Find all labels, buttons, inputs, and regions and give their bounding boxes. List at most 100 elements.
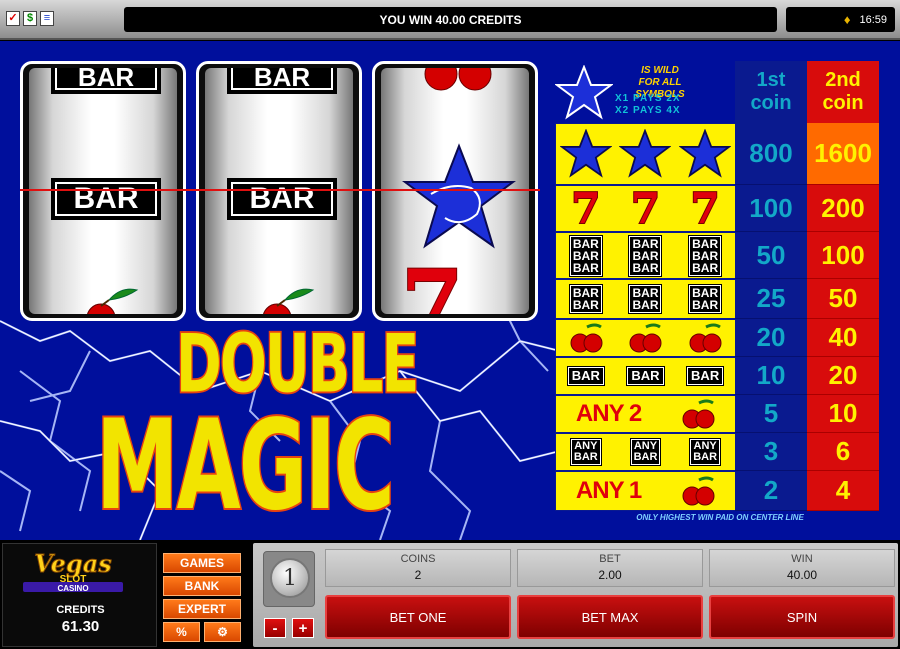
bar-label: BAR (691, 368, 720, 383)
bet-max-button[interactable]: BET MAX (517, 595, 703, 639)
pay-row-symbols (555, 319, 735, 357)
games-button[interactable]: GAMES (163, 553, 241, 573)
pay-row-any-1: ANY 1 2 4 (555, 471, 879, 511)
center-payline (20, 189, 540, 191)
payout-2nd: 50 (807, 279, 879, 319)
bar-icon: BAR (686, 366, 725, 386)
pay-footnote: ONLY HIGHEST WIN PAID ON CENTER LINE (636, 513, 804, 522)
logo-magic: MAGIC (95, 391, 397, 540)
win-value: 40.00 (786, 568, 818, 582)
pay-row-double-bar: BAR BAR BAR BAR BAR BAR 25 50 (555, 279, 879, 319)
seven-icon: 7 (630, 183, 661, 233)
win-message: YOU WIN 40.00 CREDITS (124, 7, 777, 32)
cherry-icon (682, 476, 715, 506)
cherry-icon (87, 288, 139, 314)
dollar-icon[interactable]: $ (23, 11, 37, 26)
reel-2: BAR BAR (196, 61, 362, 321)
payout-2nd: 10 (807, 395, 879, 433)
svg-text:CASINO: CASINO (57, 584, 88, 593)
cherry-icon (682, 399, 715, 429)
coins-value: 2 (414, 568, 422, 582)
reel-1-top-bar: BAR (51, 68, 161, 94)
triple-bar-icon: BAR BAR BAR (688, 234, 723, 277)
bar-label: BAR (632, 248, 659, 263)
star-wild-icon (402, 143, 516, 249)
payout-2nd: 100 (807, 232, 879, 279)
percent-button[interactable]: % (163, 622, 200, 642)
any-bar-icon: ANY BAR (569, 438, 602, 466)
brand-box: Vegas SLOT CASINO CREDITS 61.30 (2, 543, 157, 647)
star-icon (679, 129, 732, 178)
coins-display: COINS 2 (325, 549, 511, 587)
bar-label: BAR (692, 298, 719, 312)
pay-row-symbols (555, 123, 735, 185)
payout-2nd: 40 (807, 319, 879, 357)
bank-button[interactable]: BANK (163, 576, 241, 596)
checklist-icon[interactable]: ✓ (6, 11, 20, 26)
payout-2nd: 6 (807, 433, 879, 471)
header-2nd-coin: 2nd coin (807, 61, 879, 123)
payout-1st: 10 (735, 357, 807, 395)
double-bar-icon: BAR BAR (568, 284, 603, 314)
header-1st-label: 1st (756, 69, 786, 91)
control-panel: 1 - + COINS 2 BET 2.00 WIN 40.00 BET ONE… (253, 543, 898, 647)
bar-label: BAR (692, 248, 719, 263)
win-label: WIN (791, 553, 813, 565)
double-bar-icon: BAR BAR (688, 284, 723, 314)
bar-label: BAR (632, 260, 659, 275)
coins-label: COINS (400, 553, 436, 565)
vegas-slot-casino-logo: Vegas SLOT CASINO (23, 549, 123, 593)
wild-pays: X1 PAYS 2X X2 PAYS 4X (615, 93, 735, 117)
bar-label: BAR (693, 451, 718, 463)
clock-box: ♦ 16:59 (786, 7, 895, 32)
coin-plus-button[interactable]: + (292, 618, 314, 638)
pay-row-stars: 800 1600 (555, 123, 879, 185)
pay-row-symbols: ANY 2 (555, 395, 735, 433)
payout-1st: 20 (735, 319, 807, 357)
payout-2nd: 20 (807, 357, 879, 395)
reel-2-center-bar: BAR (227, 178, 337, 220)
header-1st-coin-label: coin (750, 92, 792, 114)
wild-row: IS WILD FOR ALL SYMBOLS X1 PAYS 2X X2 PA… (555, 61, 735, 125)
credits-value: 61.30 (61, 618, 100, 635)
money-bag-icon: ♦ (843, 12, 851, 27)
bar-label: BAR (692, 260, 719, 275)
coin-value[interactable]: 1 (270, 558, 310, 598)
triple-bar-icon: BAR BAR BAR (568, 234, 603, 277)
cherry-icon (629, 323, 662, 353)
spin-button[interactable]: SPIN (709, 595, 895, 639)
cherry-icon (689, 323, 722, 353)
star-icon (619, 129, 672, 178)
pay-row-cherries: 20 40 (555, 319, 879, 357)
settings-gear-icon[interactable]: ⚙ (204, 622, 241, 642)
bar-label: BAR (631, 368, 660, 383)
clock-time: 16:59 (859, 13, 887, 26)
payout-2nd: 4 (807, 471, 879, 511)
seven-icon: 7 (570, 183, 601, 233)
any-2-label: ANY 2 (575, 400, 642, 427)
list-icon[interactable]: ≡ (40, 11, 54, 26)
bar-label: BAR (572, 298, 599, 312)
bar-label: BAR (571, 368, 600, 383)
bottom-panel: Vegas SLOT CASINO CREDITS 61.30 GAMES BA… (0, 540, 900, 649)
top-bar: ✓ $ ≡ YOU WIN 40.00 CREDITS ♦ 16:59 (0, 0, 900, 40)
any-bar-icon: ANY BAR (689, 438, 722, 466)
bar-label: BAR (692, 236, 719, 251)
payout-1st: 100 (735, 185, 807, 232)
payout-1st: 50 (735, 232, 807, 279)
payout-2nd: 200 (807, 185, 879, 232)
pay-row-single-bar: BAR BAR BAR 10 20 (555, 357, 879, 395)
pay-row-symbols: 7 7 7 (555, 185, 735, 232)
header-1st-coin: 1st coin (735, 61, 807, 123)
bet-value: 2.00 (598, 568, 622, 582)
payout-1st: 25 (735, 279, 807, 319)
header-2nd-label: 2nd (825, 69, 861, 91)
bet-display: BET 2.00 (517, 549, 703, 587)
reel-3: 7 (372, 61, 538, 321)
bet-one-button[interactable]: BET ONE (325, 595, 511, 639)
payout-1st: 3 (735, 433, 807, 471)
coin-minus-button[interactable]: - (264, 618, 286, 638)
coin-selector[interactable]: 1 (263, 551, 315, 607)
any-1-label: ANY 1 (575, 477, 642, 504)
expert-button[interactable]: EXPERT (163, 599, 241, 619)
